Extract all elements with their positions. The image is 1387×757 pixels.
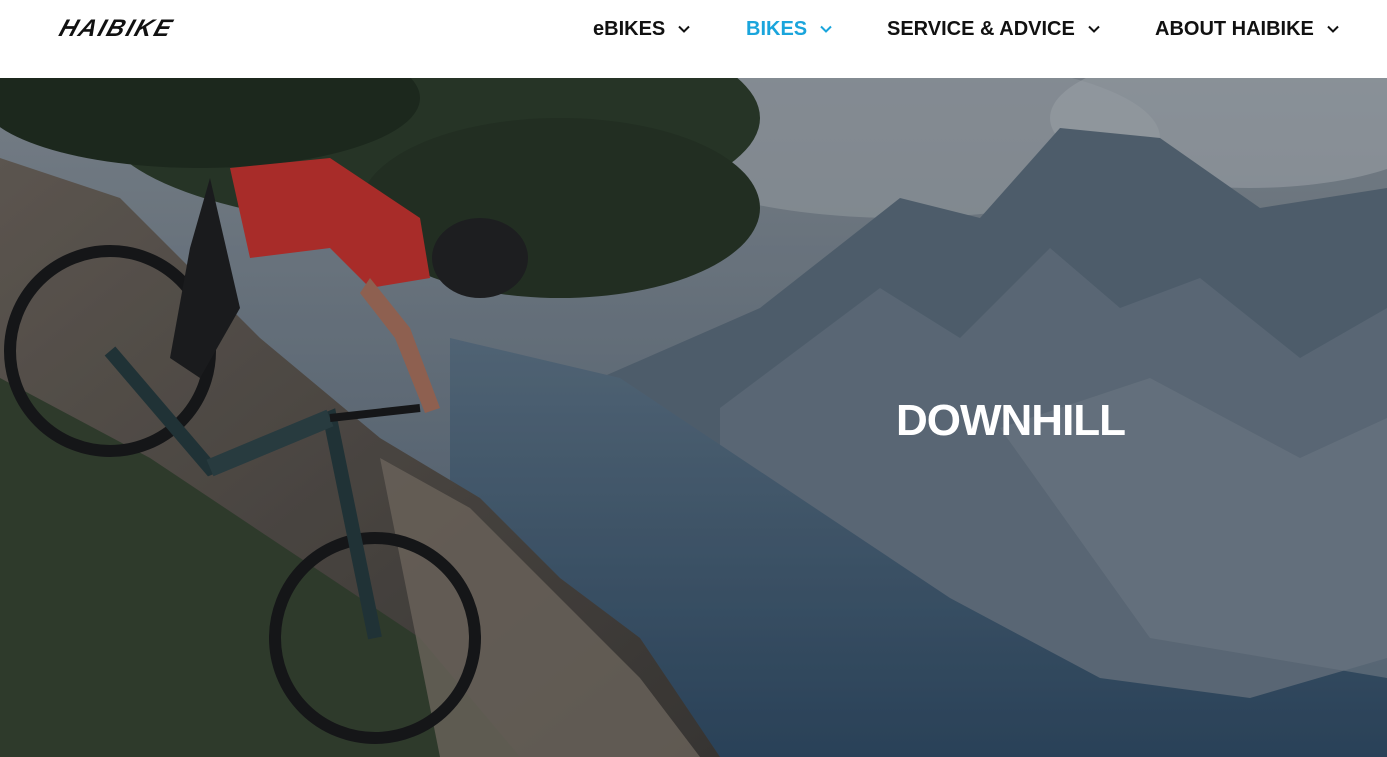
haibike-logo[interactable]: HAIBIKE: [56, 15, 250, 42]
nav-item-service-advice[interactable]: SERVICE & ADVICE: [887, 17, 1101, 41]
nav-item-label: ABOUT HAIBIKE: [1155, 17, 1314, 40]
site-header: HAIBIKE eBIKES BIKES SERVICE & ADVICE AB…: [0, 0, 1387, 78]
nav-item-ebikes[interactable]: eBIKES: [593, 17, 691, 41]
hero-overlay: [0, 78, 1387, 757]
chevron-down-icon: [677, 22, 691, 36]
nav-item-about-haibike[interactable]: ABOUT HAIBIKE: [1155, 17, 1340, 41]
chevron-down-icon: [819, 22, 833, 36]
hero-banner: DOWNHILL: [0, 78, 1387, 757]
nav-item-label: eBIKES: [593, 17, 666, 40]
nav-item-label: SERVICE & ADVICE: [887, 17, 1075, 40]
chevron-down-icon: [1087, 22, 1101, 36]
nav-item-bikes[interactable]: BIKES: [746, 17, 833, 41]
nav-item-label: BIKES: [746, 17, 808, 40]
logo-wordmark: HAIBIKE: [55, 15, 178, 42]
hero-title: DOWNHILL: [896, 396, 1126, 445]
chevron-down-icon: [1326, 22, 1340, 36]
